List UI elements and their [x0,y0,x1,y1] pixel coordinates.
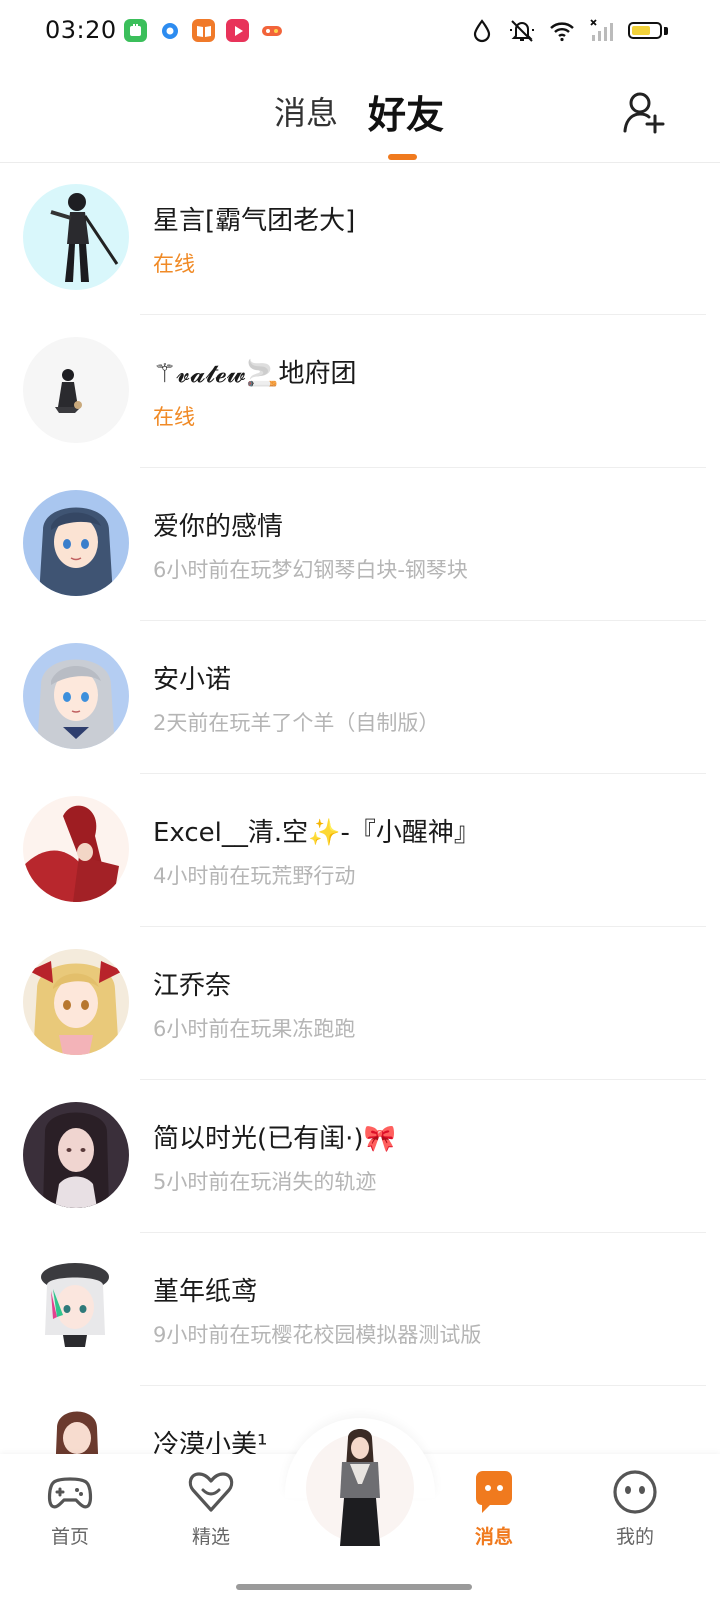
avatar[interactable] [23,1102,129,1208]
friend-name: 安小诺 [153,665,232,695]
nav-messages[interactable]: 消息 [444,1468,544,1549]
friend-status: 2天前在玩羊了个羊（自制版） [153,711,440,735]
friend-name: 星言[霸气团老大] [153,206,356,236]
signal-icon [590,19,613,41]
battery-level [632,26,650,35]
friend-name: 简以时光(已有闺·)🎀 [153,1124,396,1154]
wifi-icon [550,22,574,42]
friend-row[interactable]: 江乔奈 6小时前在玩果冻跑跑 [0,927,720,1080]
friend-row[interactable]: 简以时光(已有闺·)🎀 5小时前在玩消失的轨迹 [0,1080,720,1233]
smiley-icon [613,1470,657,1514]
friend-status: 6小时前在玩果冻跑跑 [153,1017,356,1041]
nav-home[interactable]: 首页 [20,1468,120,1549]
friend-name: 江乔奈 [153,971,232,1001]
chat-bubble-icon [476,1471,512,1513]
top-header: 消息 好友 [0,64,720,163]
avatar[interactable] [300,1428,420,1548]
friend-name: 爱你的感情 [153,512,284,542]
tab-friends[interactable]: 好友 [368,84,444,139]
avatar[interactable] [23,643,129,749]
avatar[interactable] [23,1408,129,1454]
tab-messages[interactable]: 消息 [274,88,338,134]
active-tab-indicator [388,154,417,160]
nav-home-label: 首页 [50,1526,89,1548]
friend-row[interactable]: 爱你的感情 6小时前在玩梦幻钢琴白块-钢琴块 [0,468,720,621]
friend-row[interactable]: ⚚𝓿𝓪𝓽𝓮𝔀🚬地府团 在线 [0,315,720,468]
friend-name: Excel__清.空✨-『小醒神』 [153,818,480,848]
gamepad-icon [47,1477,93,1509]
wechat-mini-icon [124,19,147,42]
status-time: 03:20 [45,16,117,44]
friend-row[interactable]: 堇年纸鸢 9小时前在玩樱花校园模拟器测试版 [0,1233,720,1386]
avatar[interactable] [23,337,129,443]
nav-profile[interactable]: 我的 [585,1468,685,1549]
avatar[interactable] [23,184,129,290]
friend-status: 4小时前在玩荒野行动 [153,864,356,888]
friend-row[interactable]: 安小诺 2天前在玩羊了个羊（自制版） [0,621,720,774]
home-indicator[interactable] [236,1584,472,1590]
friend-status: 5小时前在玩消失的轨迹 [153,1170,377,1194]
friend-list: 星言[霸气团老大] 在线 ⚚𝓿𝓪𝓽𝓮𝔀🚬地府团 在线 爱你的感情 6小时前在玩梦… [0,162,720,1454]
friend-name: 冷漠小美¹ [153,1430,268,1454]
add-friend-icon[interactable] [622,90,666,134]
avatar[interactable] [23,949,129,1055]
nav-featured-label: 精选 [191,1526,230,1548]
avatar[interactable] [23,796,129,902]
mute-icon [510,20,534,42]
avatar[interactable] [23,1255,129,1361]
notification-app-icons [124,19,283,42]
friend-status: 在线 [153,252,195,276]
system-icons [469,18,615,44]
heart-icon [188,1472,234,1512]
drop-icon [473,19,491,43]
nav-profile-label: 我的 [615,1526,654,1548]
friend-status: 在线 [153,405,195,429]
video-icon [226,19,249,42]
battery-tip [664,27,668,35]
friend-row[interactable]: 星言[霸气团老大] 在线 [0,162,720,315]
friend-status: 9小时前在玩樱花校园模拟器测试版 [153,1323,482,1347]
friend-status: 6小时前在玩梦幻钢琴白块-钢琴块 [153,558,468,582]
avatar[interactable] [23,490,129,596]
friend-row[interactable]: Excel__清.空✨-『小醒神』 4小时前在玩荒野行动 [0,774,720,927]
friend-name: ⚚𝓿𝓪𝓽𝓮𝔀🚬地府团 [153,359,357,389]
book-icon [192,19,215,42]
friend-name: 堇年纸鸢 [153,1277,258,1307]
browser-icon [158,19,181,42]
nav-messages-label: 消息 [474,1526,513,1548]
nav-featured[interactable]: 精选 [161,1468,261,1549]
game-icon [260,19,283,42]
battery-icon [628,22,662,39]
status-bar: 03:20 [0,0,720,64]
